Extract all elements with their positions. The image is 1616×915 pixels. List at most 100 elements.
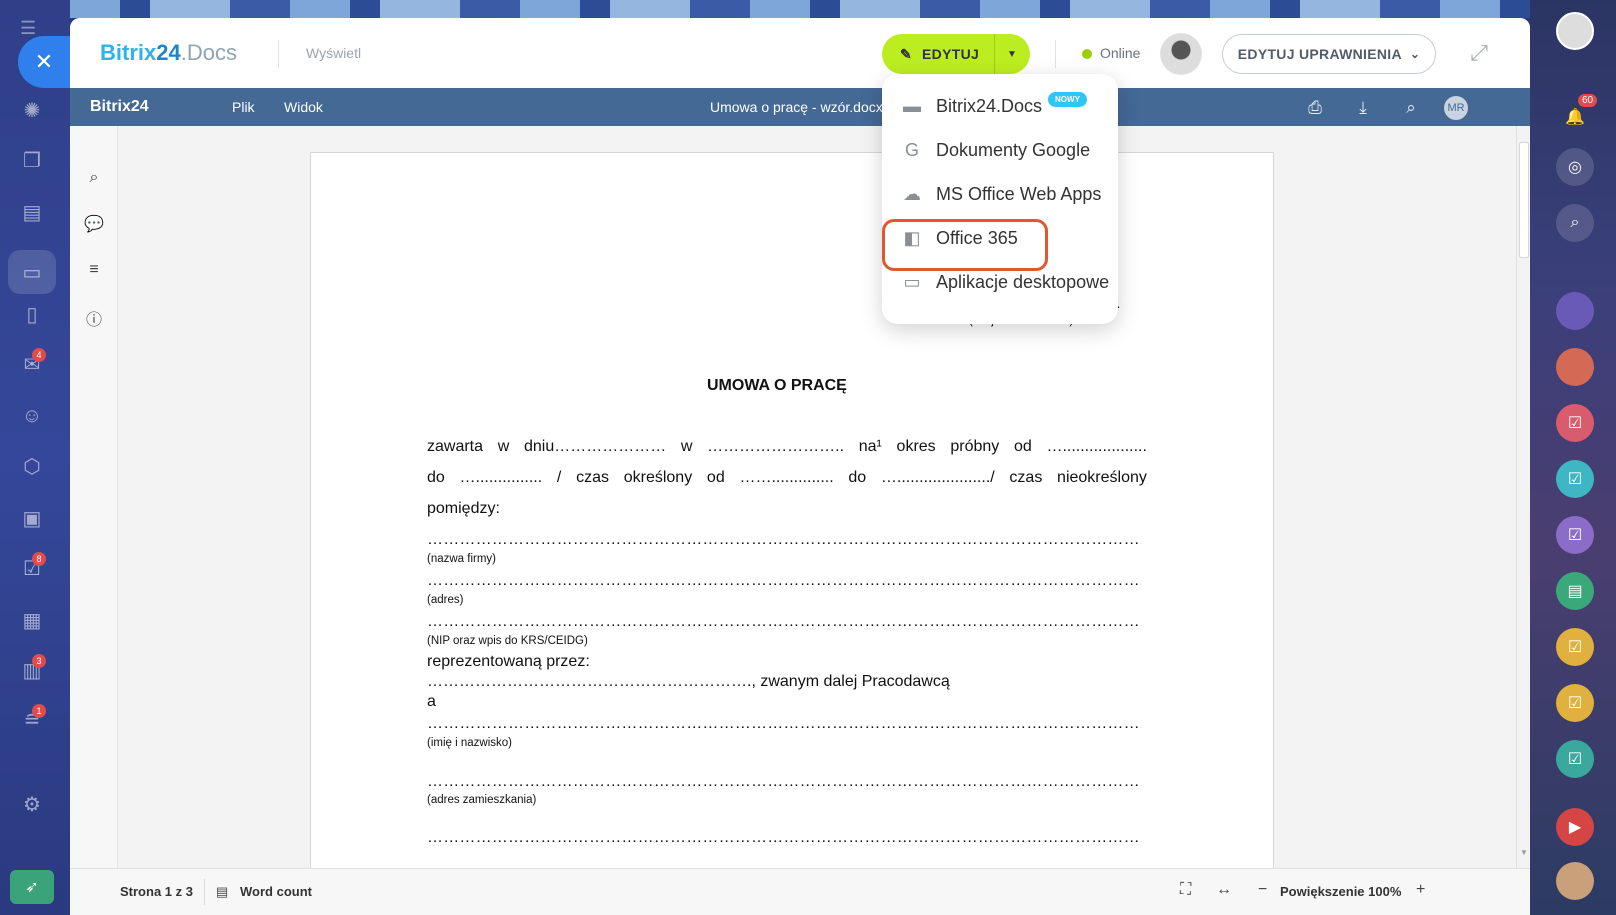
drive-icon[interactable]: ▭ [18,258,46,286]
sites-icon[interactable]: ⬡ [18,452,46,480]
user-initials-avatar[interactable]: MR [1444,96,1468,120]
collaborator-avatar[interactable] [1160,33,1202,75]
office-icon: ◧ [903,227,921,248]
info-icon[interactable]: ⓘ [82,306,106,330]
edit-with-dropdown: ▬ Bitrix24.Docs NOWY G Dokumenty Google … [882,74,1118,324]
contact-avatar[interactable] [1556,348,1594,386]
status-bar: Strona 1 z 3 ▤ Word count ⛶ ↔ − Powiększ… [70,868,1530,915]
chat-icon[interactable]: ❐ [18,146,46,174]
doc-chat-icon[interactable]: ▤ [1556,572,1594,610]
drive-icon: ▬ [903,95,921,116]
dropdown-item-office-365[interactable]: ◧ Office 365 [882,218,1118,258]
page-indicator: Strona 1 z 3 [120,884,193,899]
task-chat-icon[interactable]: ☑ [1556,404,1594,442]
address-label: (adres) [427,594,464,606]
document-heading: UMOWA O PRACĘ [707,377,847,394]
task-chat-icon[interactable]: ☑ [1556,740,1594,778]
video-call-icon[interactable]: ▶ [1556,808,1594,846]
editor-side-tools: ⌕ 💬 ≡ ⓘ [70,126,118,868]
print-icon[interactable]: ⎙ [1304,97,1326,119]
company-label: (nazwa firmy) [427,553,497,565]
comment-icon[interactable]: 💬 [82,212,106,236]
zoom-out-icon[interactable]: − [1258,881,1267,899]
window-header: Bitrix24.Docs Wyświetl ✎ EDYTUJ ▼ Online … [70,18,1530,88]
fit-width-icon[interactable]: ↔ [1216,881,1232,899]
task-chat-icon[interactable]: ☑ [1556,684,1594,722]
name-label: (imię i nazwisko) [427,737,512,749]
cloud-icon: ☁ [903,183,921,204]
new-badge: NOWY [1048,91,1087,107]
close-slider-button[interactable]: ✕ [18,36,70,88]
contact-avatar[interactable] [1556,862,1594,900]
docs-icon[interactable]: ▯ [18,300,46,328]
app-logo: Bitrix24.Docs [100,40,237,65]
menu-file[interactable]: Plik [232,99,255,115]
status-divider [204,879,205,905]
training-icon[interactable]: ▣ [18,504,46,532]
chevron-down-icon: ⌄ [1409,47,1421,61]
contacts-icon[interactable]: ☺ [18,402,46,430]
task-chat-icon[interactable]: ☑ [1556,460,1594,498]
menu-icon[interactable]: ☰ [20,18,36,39]
google-icon: G [904,139,919,160]
background-strip [0,0,1616,18]
notifications-badge: 60 [1578,94,1598,107]
edit-dropdown-toggle[interactable]: ▼ [995,34,1029,74]
feed-icon[interactable]: ▤ [18,198,46,226]
download-icon[interactable]: ⤓ [1352,97,1374,119]
filter-badge: 1 [32,704,46,718]
scroll-down-arrow[interactable]: ▼ [1519,848,1529,860]
expand-icon[interactable]: ⤢ [1466,40,1492,66]
edit-button[interactable]: ✎ EDYTUJ [882,34,994,74]
crm-badge: 3 [32,654,46,668]
zoom-in-icon[interactable]: + [1416,881,1425,899]
editor-brand: Bitrix24 [90,98,149,115]
contact-avatar[interactable] [1556,292,1594,330]
activity-icon[interactable]: ✺ [18,96,46,124]
scrollbar-thumb[interactable] [1519,142,1529,258]
navigation-icon[interactable]: ≡ [82,258,106,282]
header-divider [278,40,279,68]
dropdown-item-google-docs[interactable]: G Dokumenty Google [882,130,1118,170]
fill-line: …………………………………………………………………………………………………………… [427,773,1142,790]
pencil-icon: ✎ [900,45,913,62]
dropdown-item-bitrix24-docs[interactable]: ▬ Bitrix24.Docs NOWY [882,86,1118,126]
zoom-level: Powiększenie 100% [1280,884,1402,899]
fill-line: …………………………………………………………………………………………………………… [427,572,1142,589]
search-chat-icon[interactable]: ⌕ [1556,204,1594,242]
document-window: Bitrix24.Docs Wyświetl ✎ EDYTUJ ▼ Online … [70,18,1530,915]
edit-permissions-button[interactable]: EDYTUJ UPRAWNIENIA ⌄ [1222,34,1436,74]
caret-down-icon: ▼ [1007,48,1017,60]
dropdown-item-desktop-apps[interactable]: ▭ Aplikacje desktopowe [882,262,1118,302]
text-line: pomiędzy: [427,500,500,517]
settings-icon[interactable]: ⚙ [18,790,46,818]
header-divider [1055,40,1056,68]
word-count-icon[interactable]: ▤ [216,884,228,900]
fill-line: …………………………………………………………………………………………………………… [427,613,1142,630]
search-icon[interactable]: ⌕ [1400,97,1422,119]
fill-line: …………………………………………………………………………………………………………… [427,829,1142,846]
target-icon[interactable]: ◎ [1556,148,1594,186]
menu-view[interactable]: Widok [284,99,323,115]
text-line: reprezentowaną przez: [427,653,590,670]
dropdown-item-ms-office-web[interactable]: ☁ MS Office Web Apps [882,174,1118,214]
employer-line: ……………………………………………………., zwanym dalej Prac… [427,673,950,690]
fill-line: …………………………………………………………………………………………………………… [427,715,1142,732]
word-count-button[interactable]: Word count [240,884,312,899]
view-mode-label[interactable]: Wyświetl [306,45,361,61]
fit-page-icon[interactable]: ⛶ [1180,881,1191,899]
document-canvas[interactable]: ………………………… (miejscowość i data) UMOWA O … [118,126,1530,868]
rocket-icon[interactable]: ➶ [10,870,54,904]
user-avatar[interactable] [1556,12,1594,50]
calendar-icon[interactable]: ▦ [18,606,46,634]
vertical-scrollbar[interactable]: ▼ [1516,126,1530,868]
home-address-label: (adres zamieszkania) [427,794,537,806]
search-icon[interactable]: ⌕ [82,166,106,190]
document-page[interactable]: ………………………… (miejscowość i data) UMOWA O … [310,152,1274,868]
task-chat-icon[interactable]: ☑ [1556,516,1594,554]
mail-badge: 4 [32,348,46,362]
nip-label: (NIP oraz wpis do KRS/CEIDG) [427,635,588,647]
task-chat-icon[interactable]: ☑ [1556,628,1594,666]
online-status-dot [1082,49,1092,59]
edit-split-button: ✎ EDYTUJ ▼ [882,34,1030,74]
